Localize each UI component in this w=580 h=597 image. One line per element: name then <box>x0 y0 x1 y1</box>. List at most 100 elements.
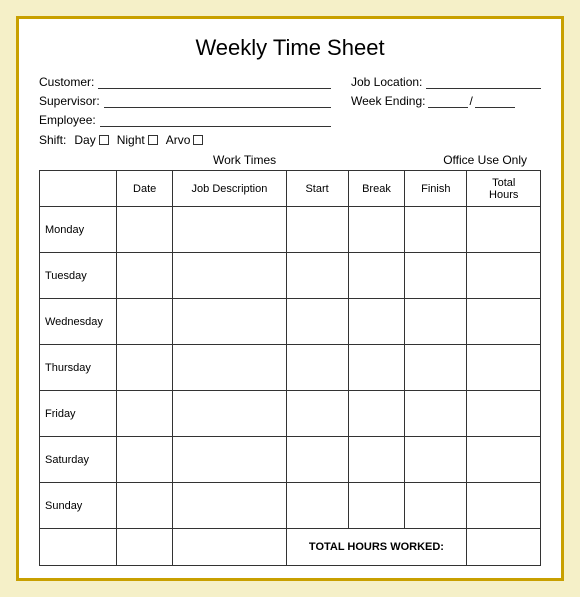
table-row: Monday <box>40 207 541 253</box>
total-empty-2 <box>116 529 173 566</box>
total-hours-label: TOTAL HOURS WORKED: <box>286 529 467 566</box>
finish-cell[interactable] <box>405 483 467 529</box>
total-cell[interactable] <box>467 207 541 253</box>
form-section: Customer: Supervisor: Employee: Job Loca… <box>39 75 541 127</box>
total-cell[interactable] <box>467 299 541 345</box>
date-cell[interactable] <box>116 345 173 391</box>
jobdesc-cell[interactable] <box>173 253 286 299</box>
jobdesc-cell[interactable] <box>173 391 286 437</box>
total-empty-3 <box>173 529 286 566</box>
shift-arvo-checkbox[interactable] <box>193 135 203 145</box>
week-ending-year-input[interactable] <box>475 94 515 108</box>
start-cell[interactable] <box>286 345 348 391</box>
shift-arvo: Arvo <box>166 133 204 147</box>
supervisor-row: Supervisor: <box>39 94 331 108</box>
supervisor-input[interactable] <box>104 94 331 108</box>
date-cell[interactable] <box>116 483 173 529</box>
table-row: Friday <box>40 391 541 437</box>
total-cell[interactable] <box>467 437 541 483</box>
total-empty-1 <box>40 529 117 566</box>
office-use-label: Office Use Only <box>443 153 527 167</box>
date-cell[interactable] <box>116 391 173 437</box>
employee-row: Employee: <box>39 113 331 127</box>
date-cell[interactable] <box>116 207 173 253</box>
customer-label: Customer: <box>39 75 94 89</box>
shift-night-checkbox[interactable] <box>148 135 158 145</box>
employee-input[interactable] <box>100 113 331 127</box>
shift-day: Day <box>74 133 108 147</box>
finish-cell[interactable] <box>405 345 467 391</box>
form-left: Customer: Supervisor: Employee: <box>39 75 331 127</box>
day-cell: Tuesday <box>40 253 117 299</box>
start-cell[interactable] <box>286 299 348 345</box>
jobdesc-cell[interactable] <box>173 345 286 391</box>
total-cell[interactable] <box>467 391 541 437</box>
week-ending-label: Week Ending: <box>351 94 426 108</box>
finish-cell[interactable] <box>405 299 467 345</box>
table-row: Thursday <box>40 345 541 391</box>
form-right: Job Location: Week Ending: / <box>351 75 541 127</box>
employee-label: Employee: <box>39 113 96 127</box>
jobdesc-cell[interactable] <box>173 437 286 483</box>
total-hours-value[interactable] <box>467 529 541 566</box>
shift-label: Shift: <box>39 133 66 147</box>
col-header-finish: Finish <box>405 171 467 207</box>
week-ending-separator: / <box>470 94 473 108</box>
day-cell: Friday <box>40 391 117 437</box>
supervisor-label: Supervisor: <box>39 94 100 108</box>
col-header-day <box>40 171 117 207</box>
job-location-input[interactable] <box>426 75 541 89</box>
total-cell[interactable] <box>467 253 541 299</box>
finish-cell[interactable] <box>405 253 467 299</box>
timesheet-page: Weekly Time Sheet Customer: Supervisor: … <box>16 16 564 581</box>
page-title: Weekly Time Sheet <box>39 35 541 61</box>
break-cell[interactable] <box>348 345 405 391</box>
table-row: Wednesday <box>40 299 541 345</box>
week-ending-month-input[interactable] <box>428 94 468 108</box>
break-cell[interactable] <box>348 253 405 299</box>
day-cell: Sunday <box>40 483 117 529</box>
total-hours-row: TOTAL HOURS WORKED: <box>40 529 541 566</box>
col-header-start: Start <box>286 171 348 207</box>
day-cell: Wednesday <box>40 299 117 345</box>
table-row: Saturday <box>40 437 541 483</box>
table-row: Sunday <box>40 483 541 529</box>
start-cell[interactable] <box>286 437 348 483</box>
jobdesc-cell[interactable] <box>173 299 286 345</box>
start-cell[interactable] <box>286 483 348 529</box>
table-header-labels: Work Times Office Use Only <box>39 153 541 167</box>
break-cell[interactable] <box>348 437 405 483</box>
shift-night: Night <box>117 133 158 147</box>
jobdesc-cell[interactable] <box>173 483 286 529</box>
break-cell[interactable] <box>348 299 405 345</box>
shift-day-checkbox[interactable] <box>99 135 109 145</box>
shift-day-label: Day <box>74 133 95 147</box>
finish-cell[interactable] <box>405 391 467 437</box>
break-cell[interactable] <box>348 391 405 437</box>
col-header-total: TotalHours <box>467 171 541 207</box>
jobdesc-cell[interactable] <box>173 207 286 253</box>
date-cell[interactable] <box>116 299 173 345</box>
week-ending-row: Week Ending: / <box>351 94 541 108</box>
col-header-break: Break <box>348 171 405 207</box>
break-cell[interactable] <box>348 483 405 529</box>
timesheet-table: Date Job Description Start Break Finish … <box>39 170 541 566</box>
date-cell[interactable] <box>116 253 173 299</box>
day-cell: Thursday <box>40 345 117 391</box>
table-row: Tuesday <box>40 253 541 299</box>
finish-cell[interactable] <box>405 207 467 253</box>
col-header-date: Date <box>116 171 173 207</box>
break-cell[interactable] <box>348 207 405 253</box>
date-cell[interactable] <box>116 437 173 483</box>
day-cell: Monday <box>40 207 117 253</box>
shift-row: Shift: Day Night Arvo <box>39 133 541 147</box>
start-cell[interactable] <box>286 253 348 299</box>
total-cell[interactable] <box>467 483 541 529</box>
start-cell[interactable] <box>286 391 348 437</box>
table-header-row: Date Job Description Start Break Finish … <box>40 171 541 207</box>
customer-input[interactable] <box>98 75 331 89</box>
start-cell[interactable] <box>286 207 348 253</box>
finish-cell[interactable] <box>405 437 467 483</box>
col-header-jobdesc: Job Description <box>173 171 286 207</box>
total-cell[interactable] <box>467 345 541 391</box>
